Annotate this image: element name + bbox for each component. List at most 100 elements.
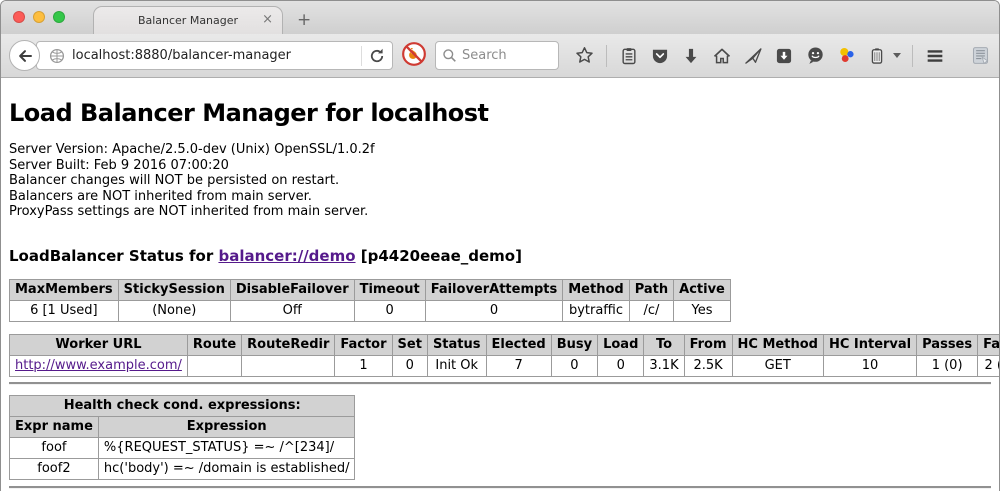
- flash-block-icon: [401, 41, 427, 67]
- cell-active: Yes: [674, 300, 731, 321]
- table-row: foof %{REQUEST_STATUS} =~ /^[234]/: [10, 437, 355, 458]
- navigation-toolbar: [1, 34, 999, 78]
- menu-button[interactable]: [924, 45, 946, 67]
- col-load: Load: [598, 334, 644, 355]
- tab-balancer-manager[interactable]: Balancer Manager ×: [93, 6, 283, 34]
- cell-failoverattempts: 0: [425, 300, 563, 321]
- home-icon: [712, 46, 732, 66]
- proxypass-notice-line: ProxyPass settings are NOT inherited fro…: [9, 204, 991, 220]
- table-row: foof2 hc('body') =~ /domain is establish…: [10, 458, 355, 479]
- cell-maxmembers: 6 [1 Used]: [10, 300, 119, 321]
- globe-icon: [49, 48, 65, 64]
- send-button[interactable]: [742, 45, 764, 67]
- page-tool-icon: [970, 45, 991, 66]
- cell-hc-method: GET: [732, 355, 823, 376]
- col-stickysession: StickySession: [118, 279, 230, 300]
- cell-elected: 7: [486, 355, 551, 376]
- toolbar-icons: [573, 45, 991, 67]
- traffic-lights: [13, 11, 65, 23]
- browser-window: Balancer Manager × +: [0, 0, 1000, 491]
- cell-expr-name: foof: [10, 437, 99, 458]
- balancer-summary-table: MaxMembers StickySession DisableFailover…: [9, 279, 731, 322]
- col-elected: Elected: [486, 334, 551, 355]
- search-input[interactable]: [462, 48, 552, 63]
- reload-button[interactable]: [362, 48, 392, 64]
- page-title: Load Balancer Manager for localhost: [9, 99, 991, 127]
- col-routeredir: RouteRedir: [242, 334, 335, 355]
- color-dots-icon: [836, 45, 857, 66]
- download-arrow-icon: [681, 46, 701, 66]
- pocket-icon: [650, 46, 670, 66]
- cell-busy: 0: [551, 355, 597, 376]
- color-dots-button[interactable]: [835, 45, 857, 67]
- cell-status: Init Ok: [427, 355, 486, 376]
- cell-to: 3.1K: [644, 355, 684, 376]
- toolbar-divider: [606, 45, 607, 67]
- tab-title: Balancer Manager: [138, 14, 238, 27]
- bookmark-star-button[interactable]: [573, 45, 595, 67]
- download-box-icon: [774, 46, 794, 66]
- server-built-line: Server Built: Feb 9 2016 07:00:20: [9, 158, 991, 174]
- cell-set: 0: [392, 355, 427, 376]
- home-button[interactable]: [711, 45, 733, 67]
- cell-expr-name: foof2: [10, 458, 99, 479]
- cell-stickysession: (None): [118, 300, 230, 321]
- cell-disablefailover: Off: [230, 300, 354, 321]
- col-failoverattempts: FailoverAttempts: [425, 279, 563, 300]
- section-divider: [9, 382, 991, 385]
- close-window-button[interactable]: [13, 11, 25, 23]
- col-worker-url: Worker URL: [10, 334, 188, 355]
- cell-expression: %{REQUEST_STATUS} =~ /^[234]/: [98, 437, 355, 458]
- dropdown-caret-icon[interactable]: [893, 53, 901, 58]
- downloads-button[interactable]: [680, 45, 702, 67]
- col-disablefailover: DisableFailover: [230, 279, 354, 300]
- table-row: 6 [1 Used] (None) Off 0 0 bytraffic /c/ …: [10, 300, 731, 321]
- table-caption-row: Health check cond. expressions:: [10, 395, 355, 416]
- tab-close-icon[interactable]: ×: [262, 13, 273, 27]
- search-icon: [442, 48, 457, 63]
- clipboard-icon: [619, 46, 639, 66]
- new-tab-button[interactable]: +: [297, 10, 311, 30]
- page-content: Load Balancer Manager for localhost Serv…: [1, 78, 999, 491]
- bookmark-star-icon: [574, 45, 595, 66]
- container-icon: [867, 46, 887, 66]
- cell-expression: hc('body') =~ /domain is established/: [98, 458, 355, 479]
- container-button[interactable]: [866, 45, 888, 67]
- col-expr-name: Expr name: [10, 416, 99, 437]
- persist-notice-line: Balancer changes will NOT be persisted o…: [9, 173, 991, 189]
- status-heading-suffix: [p4420eeae_demo]: [356, 247, 522, 265]
- minimize-window-button[interactable]: [33, 11, 45, 23]
- col-route: Route: [187, 334, 241, 355]
- inherit-notice-line: Balancers are NOT inherited from main se…: [9, 189, 991, 205]
- page-tool-button[interactable]: [969, 45, 991, 67]
- send-plane-icon: [743, 46, 763, 66]
- col-busy: Busy: [551, 334, 597, 355]
- cell-worker-url: http://www.example.com/: [10, 355, 188, 376]
- search-bar[interactable]: [435, 41, 559, 70]
- flash-block-button[interactable]: [401, 41, 427, 71]
- cell-route: [187, 355, 241, 376]
- cell-load: 0: [598, 355, 644, 376]
- title-bar: Balancer Manager × +: [1, 1, 999, 34]
- download-box-button[interactable]: [773, 45, 795, 67]
- loadbalancer-status-heading: LoadBalancer Status for balancer://demo …: [9, 247, 991, 265]
- worker-url-link[interactable]: http://www.example.com/: [15, 358, 182, 373]
- back-button[interactable]: [9, 40, 40, 71]
- table-header-row: Expr name Expression: [10, 416, 355, 437]
- cell-from: 2.5K: [684, 355, 732, 376]
- zoom-window-button[interactable]: [53, 11, 65, 23]
- cell-hc-interval: 10: [823, 355, 916, 376]
- cell-method: bytraffic: [563, 300, 629, 321]
- table-header-row: MaxMembers StickySession DisableFailover…: [10, 279, 731, 300]
- col-hc-method: HC Method: [732, 334, 823, 355]
- cell-timeout: 0: [354, 300, 425, 321]
- menu-icon: [924, 45, 946, 67]
- col-active: Active: [674, 279, 731, 300]
- url-bar[interactable]: [36, 41, 393, 70]
- col-set: Set: [392, 334, 427, 355]
- url-input[interactable]: [72, 48, 361, 63]
- balancer-demo-link[interactable]: balancer://demo: [218, 247, 355, 265]
- pocket-button[interactable]: [649, 45, 671, 67]
- clipboard-button[interactable]: [618, 45, 640, 67]
- emoji-button[interactable]: [804, 45, 826, 67]
